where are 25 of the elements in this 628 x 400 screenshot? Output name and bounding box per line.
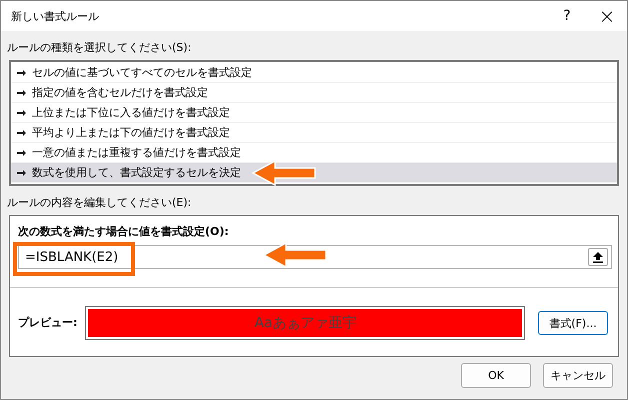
close-button[interactable]: ×: [587, 4, 627, 28]
dialog-button[interactable]: OK: [461, 363, 531, 388]
preview-label: プレビュー:: [18, 315, 78, 331]
pointer-icon: [17, 90, 26, 96]
help-button[interactable]: ?: [547, 8, 587, 24]
list-item[interactable]: 平均より上または下の値だけを書式設定: [11, 123, 617, 143]
section-label: ルールの内容を編集してください(E):: [7, 195, 192, 211]
callout-arrow: [262, 241, 328, 269]
pointer-icon: [17, 150, 26, 156]
list-item[interactable]: 数式を使用して、書式設定するセルを決定: [11, 163, 617, 183]
pointer-icon: [17, 130, 26, 136]
upload-icon: [593, 252, 603, 262]
section-label: ルールの種類を選択してください(S):: [7, 40, 192, 56]
dialog-button[interactable]: キャンセル: [543, 363, 613, 388]
pointer-icon: [17, 70, 26, 76]
preview-sample: Aaあぁアァ亜宇: [88, 309, 522, 337]
collapse-button[interactable]: [588, 248, 608, 266]
window-title: 新しい書式ルール: [11, 8, 100, 24]
list-item[interactable]: 上位または下位に入る値だけを書式設定: [11, 103, 617, 123]
list-item[interactable]: セルの値に基づいてすべてのセルを書式設定: [11, 63, 617, 83]
pointer-icon: [17, 110, 26, 116]
list-item[interactable]: 指定の値を含むセルだけを書式設定: [11, 83, 617, 103]
formula-label: 次の数式を満たす場合に値を書式設定(O):: [18, 224, 230, 240]
format-button[interactable]: 書式(F)...: [538, 311, 608, 335]
pointer-icon: [17, 170, 26, 176]
